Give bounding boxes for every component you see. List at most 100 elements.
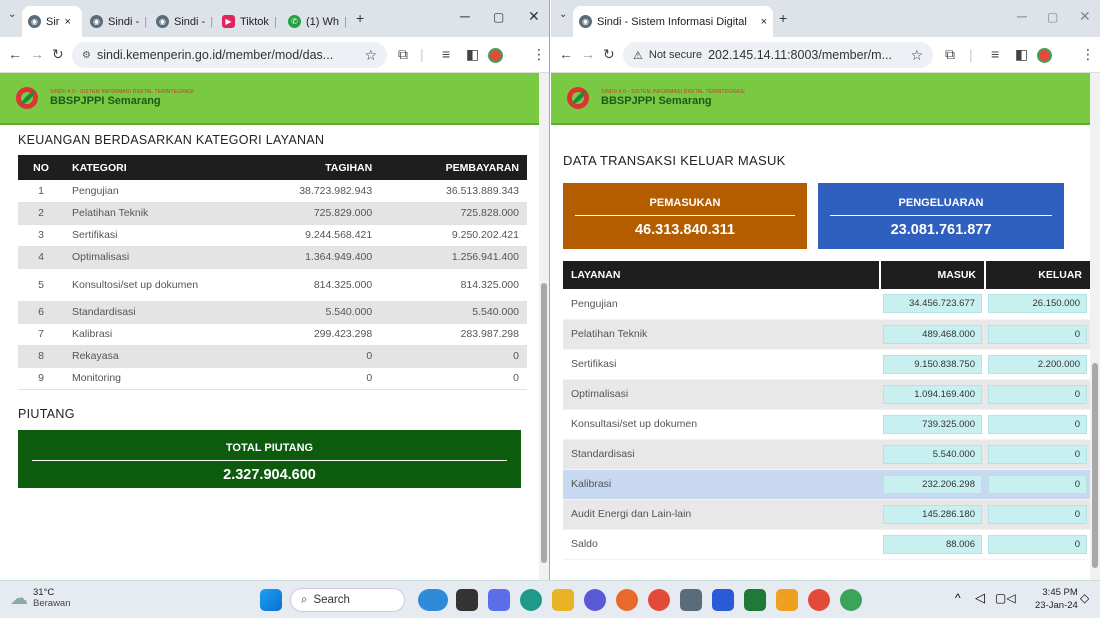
- network-icon[interactable]: ◁: [975, 590, 985, 606]
- reading-list-icon[interactable]: ≡: [991, 46, 999, 62]
- clock[interactable]: 3:45 PM 23-Jan-24: [1035, 586, 1078, 612]
- cell-keluar: 0: [988, 414, 1087, 434]
- tab-tiktok[interactable]: ▶ Tiktok |: [216, 6, 280, 37]
- cell-masuk: 739.325.000: [883, 414, 982, 434]
- url-field[interactable]: ⚙ sindi.kemenperin.go.id/member/mod/das.…: [72, 42, 387, 68]
- minimize-button[interactable]: ─: [1017, 8, 1027, 24]
- close-button[interactable]: ✕: [1079, 8, 1091, 25]
- cell-kategori: Optimalisasi: [64, 246, 234, 269]
- menu-icon[interactable]: ⋮: [532, 46, 546, 63]
- tab-separator: |: [273, 15, 277, 28]
- back-icon[interactable]: ←: [8, 46, 22, 62]
- notification-icon[interactable]: ◇: [1080, 591, 1089, 605]
- address-bar-row: ← → ↻ ⚙ sindi.kemenperin.go.id/member/mo…: [0, 37, 549, 73]
- page-scrollbar[interactable]: [539, 73, 549, 580]
- site-info-icon[interactable]: ⚙: [82, 50, 91, 61]
- pengeluaran-label: PENGELUARAN: [898, 197, 984, 209]
- extensions-icon[interactable]: ⧉: [945, 46, 955, 63]
- new-tab-button[interactable]: +: [779, 10, 787, 26]
- profile-icon[interactable]: [488, 48, 503, 63]
- table-row: Sertifikasi 9.150.838.750 2.200.000: [563, 349, 1090, 380]
- reading-list-icon[interactable]: ≡: [442, 46, 450, 62]
- section-title: KEUANGAN BERDASARKAN KATEGORI LAYANAN: [18, 133, 325, 147]
- app-icon[interactable]: [776, 589, 798, 611]
- app-icon[interactable]: [418, 589, 448, 611]
- minimize-button[interactable]: ─: [460, 8, 470, 24]
- warning-icon[interactable]: ⚠: [633, 49, 643, 62]
- total-piutang-label: TOTAL PIUTANG: [225, 441, 314, 454]
- maximize-button[interactable]: ▢: [1047, 10, 1058, 24]
- page-scrollbar[interactable]: [1090, 73, 1100, 580]
- cell-tagihan: 725.829.000: [234, 202, 381, 225]
- cell-no: 3: [18, 224, 64, 247]
- volume-icon[interactable]: ▢◁: [995, 591, 1016, 605]
- table-row: 9 Monitoring 0 0: [18, 367, 527, 390]
- chrome-icon[interactable]: [648, 589, 670, 611]
- cell-kategori: Sertifikasi: [64, 224, 234, 247]
- site-icon: ◉: [156, 15, 169, 28]
- menu-icon[interactable]: ⋮: [1081, 46, 1095, 63]
- cell-keluar-wrapper: 0: [985, 499, 1090, 530]
- cell-keluar: 0: [988, 444, 1087, 464]
- table-row: 1 Pengujian 38.723.982.943 36.513.889.343: [18, 180, 527, 203]
- forward-icon[interactable]: →: [30, 46, 44, 62]
- cell-pembayaran: 1.256.941.400: [380, 246, 527, 269]
- tab-sindi-3[interactable]: ◉ Sindi - |: [150, 6, 214, 37]
- star-icon[interactable]: ☆: [364, 47, 377, 64]
- windows-icon[interactable]: [260, 589, 282, 611]
- sidepanel-icon[interactable]: ◧: [1015, 46, 1028, 63]
- taskbar-search[interactable]: ⌕ Search: [290, 588, 405, 612]
- weather-widget[interactable]: ☁ 31°C Berawan: [10, 587, 71, 609]
- sidepanel-icon[interactable]: ◧: [466, 46, 479, 63]
- table-row: 5 Konsultosi/set up dokumen 814.325.000 814…: [18, 268, 527, 302]
- tab-sindi-2[interactable]: ◉ Sindi - |: [84, 6, 148, 37]
- forward-icon[interactable]: →: [581, 46, 595, 62]
- tab-sindi-active[interactable]: ◉ Sir ×: [22, 6, 82, 37]
- cell-keluar: 0: [988, 474, 1087, 494]
- firefox-icon[interactable]: [616, 589, 638, 611]
- tab-close-button[interactable]: ×: [761, 16, 767, 28]
- app-icon[interactable]: [584, 589, 606, 611]
- reload-icon[interactable]: ↻: [603, 46, 615, 63]
- tab-sindi-active[interactable]: ◉ Sindi - Sistem Informasi Digital ×: [573, 6, 773, 37]
- cell-no: 9: [18, 367, 64, 390]
- star-icon[interactable]: ☆: [910, 47, 923, 64]
- excel-icon[interactable]: [744, 589, 766, 611]
- table-row: 4 Optimalisasi 1.364.949.400 1.256.941.400: [18, 246, 527, 269]
- scrollbar-thumb[interactable]: [541, 283, 547, 563]
- site-header: SINDII 4.0 - SISTEM INFORMASI DIGITAL TE…: [551, 73, 1090, 125]
- tab-whatsapp[interactable]: ✆ (1) Wh |: [282, 6, 352, 37]
- close-button[interactable]: ✕: [528, 8, 540, 25]
- tab-search-button[interactable]: ⌄: [8, 9, 16, 20]
- profile-icon[interactable]: [1037, 48, 1052, 63]
- table-row: Optimalisasi 1.094.169.400 0: [563, 379, 1090, 410]
- tab-search-button[interactable]: ⌄: [559, 9, 567, 20]
- page-content: SINDII 4.0 - SISTEM INFORMASI DIGITAL TE…: [551, 73, 1090, 580]
- chrome-icon[interactable]: [808, 589, 830, 611]
- site-icon: ◉: [28, 15, 41, 28]
- tiktok-icon: ▶: [222, 15, 235, 28]
- url-field[interactable]: ⚠ Not secure 202.145.14.11:8003/member/m…: [623, 42, 933, 68]
- tab-label: Tiktok: [240, 15, 269, 28]
- edge-icon[interactable]: [520, 589, 542, 611]
- tray-chevron-icon[interactable]: ^: [955, 591, 961, 605]
- tab-close-button[interactable]: ×: [64, 16, 70, 28]
- back-icon[interactable]: ←: [559, 46, 573, 62]
- folder-icon[interactable]: [552, 589, 574, 611]
- app-icon[interactable]: [456, 589, 478, 611]
- tab-label: Sindi -: [108, 15, 140, 28]
- maximize-button[interactable]: ▢: [493, 10, 504, 24]
- cell-layanan: Pengujian: [563, 289, 880, 320]
- app-icon[interactable]: [488, 589, 510, 611]
- col-no: NO: [18, 155, 64, 180]
- extensions-icon[interactable]: ⧉: [398, 46, 408, 63]
- piutang-title: PIUTANG: [18, 406, 75, 421]
- chrome-icon[interactable]: [840, 589, 862, 611]
- search-icon: ⌕: [301, 593, 308, 606]
- app-icon[interactable]: [712, 589, 734, 611]
- calculator-icon[interactable]: [680, 589, 702, 611]
- scrollbar-thumb[interactable]: [1092, 363, 1098, 568]
- cell-tagihan: 1.364.949.400: [234, 246, 381, 269]
- new-tab-button[interactable]: +: [356, 10, 364, 26]
- reload-icon[interactable]: ↻: [52, 46, 64, 63]
